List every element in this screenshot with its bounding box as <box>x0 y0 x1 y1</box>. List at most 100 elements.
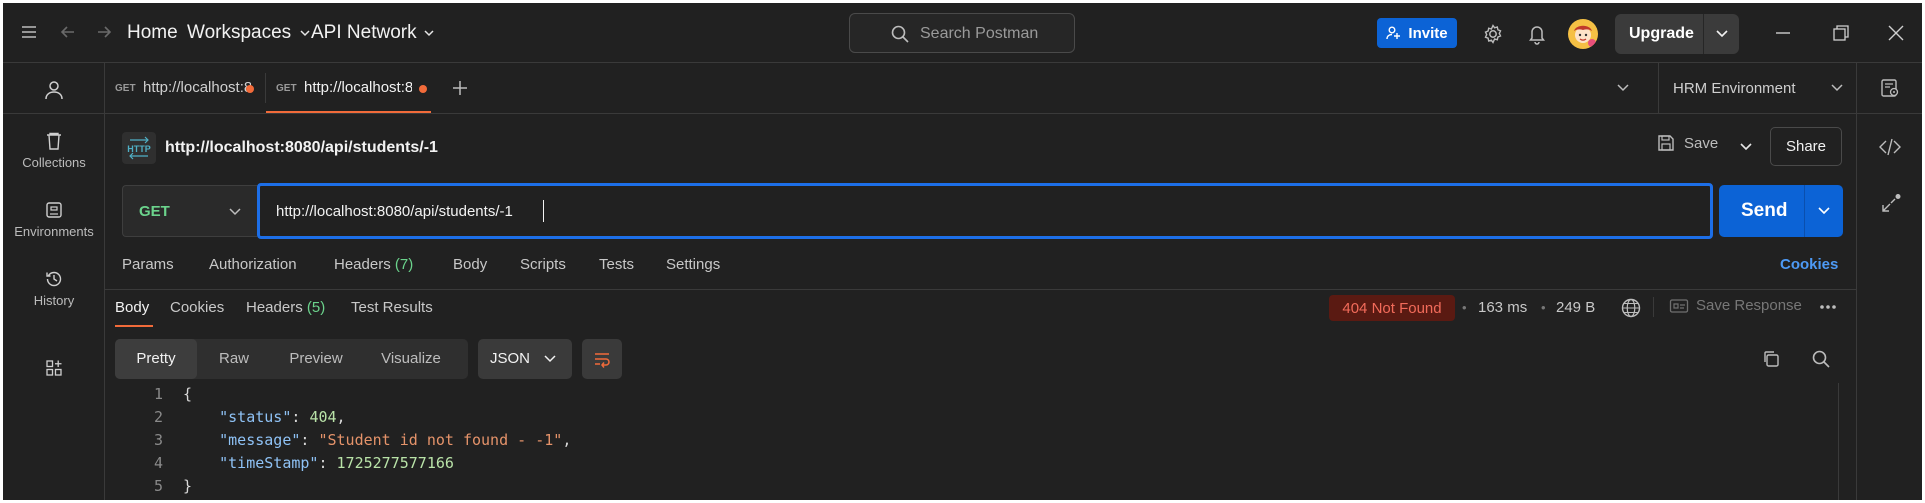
forward-arrow-icon[interactable] <box>94 22 114 42</box>
chevron-down-icon <box>1831 84 1843 92</box>
trash-can-icon <box>47 132 61 150</box>
send-label: Send <box>1741 200 1788 221</box>
format-value: JSON <box>490 350 531 367</box>
search-icon[interactable] <box>1811 349 1831 369</box>
share-button[interactable]: Share <box>1770 127 1842 166</box>
copy-icon[interactable] <box>1761 349 1781 369</box>
tab-tests[interactable]: Tests <box>599 256 634 273</box>
chevron-down-icon <box>300 30 310 37</box>
save-button[interactable]: Save <box>1656 133 1718 153</box>
svg-text:HTTP: HTTP <box>127 144 151 154</box>
home-link[interactable]: Home <box>127 22 178 44</box>
close-icon[interactable] <box>1886 23 1906 43</box>
save-response-button[interactable]: Save Response <box>1669 297 1802 314</box>
code-icon[interactable] <box>1878 137 1902 157</box>
tab-params[interactable]: Params <box>122 256 174 273</box>
divider <box>1653 297 1654 317</box>
view-raw[interactable]: Raw <box>197 339 271 379</box>
save-response-label: Save Response <box>1696 297 1802 314</box>
request-tab[interactable]: GET http://localhost:8080/ap <box>105 63 265 113</box>
bell-icon[interactable] <box>1527 23 1547 45</box>
format-select[interactable]: JSON <box>478 339 572 379</box>
cookies-link[interactable]: Cookies <box>1780 256 1838 273</box>
scrollbar[interactable] <box>1838 383 1839 500</box>
invite-button[interactable]: Invite <box>1377 18 1457 48</box>
line-number: 1 <box>153 385 163 403</box>
sidebar-item-label: Environments <box>14 224 94 239</box>
save-label: Save <box>1684 134 1719 152</box>
plus-icon[interactable] <box>451 79 469 97</box>
minimize-icon[interactable] <box>1773 23 1793 43</box>
wrap-lines-button[interactable] <box>582 339 622 379</box>
line-number: 3 <box>153 431 163 449</box>
headers-count: (5) <box>306 299 326 316</box>
request-title[interactable]: http://localhost:8080/api/students/-1 <box>165 139 438 157</box>
line-number: 2 <box>153 408 163 426</box>
chevron-down-icon <box>229 208 241 216</box>
tab-method: GET <box>276 83 297 94</box>
chevron-down-icon[interactable] <box>1817 205 1831 217</box>
response-time[interactable]: 163 ms <box>1478 299 1527 316</box>
json-number: 1725277577166 <box>336 454 454 472</box>
restore-icon[interactable] <box>1831 23 1851 43</box>
search-box[interactable]: Search Postman <box>849 13 1075 53</box>
environment-quick-look-icon[interactable] <box>1879 77 1901 99</box>
response-tab-cookies[interactable]: Cookies <box>170 299 224 316</box>
workspaces-menu[interactable]: Workspaces <box>187 22 311 44</box>
json-string: "Student id not found - -1" <box>318 431 563 449</box>
json-key: "message" <box>219 431 301 449</box>
response-tab-headers[interactable]: Headers (5) <box>246 299 325 316</box>
send-button[interactable]: Send <box>1719 185 1843 237</box>
response-size[interactable]: 249 B <box>1556 299 1595 316</box>
chevron-down-icon[interactable] <box>1616 82 1630 94</box>
json-key: "status" <box>219 408 292 426</box>
tab-authorization[interactable]: Authorization <box>209 256 297 273</box>
globe-icon[interactable] <box>1620 297 1642 319</box>
share-label: Share <box>1785 138 1827 155</box>
request-tab-active[interactable]: GET http://localhost:8080/ap <box>266 63 431 113</box>
environment-selector[interactable]: HRM Environment <box>1658 63 1856 113</box>
hamburger-menu-icon[interactable] <box>20 23 38 41</box>
api-network-menu[interactable]: API Network <box>311 22 435 44</box>
response-tab-body[interactable]: Body <box>115 299 149 316</box>
sidebar-item-configure[interactable] <box>3 358 105 378</box>
upgrade-label: Upgrade <box>1629 25 1694 42</box>
response-tab-test-results[interactable]: Test Results <box>351 299 433 316</box>
related-collections-icon[interactable] <box>1879 193 1903 215</box>
save-options-chevron-icon[interactable] <box>1739 141 1753 153</box>
status-badge[interactable]: 404 Not Found <box>1329 295 1455 321</box>
tab-scripts[interactable]: Scripts <box>520 256 566 273</box>
avatar[interactable] <box>1568 19 1598 49</box>
back-arrow-icon[interactable] <box>58 22 78 42</box>
tab-settings[interactable]: Settings <box>666 256 720 273</box>
view-visualize[interactable]: Visualize <box>361 339 461 379</box>
url-input[interactable]: http://localhost:8080/api/students/-1 <box>257 183 1713 239</box>
divider <box>105 289 1856 290</box>
code-line: { <box>183 385 192 403</box>
upgrade-button[interactable]: Upgrade <box>1615 14 1739 54</box>
wrap-lines-icon <box>595 353 610 368</box>
sidebar-item-collections[interactable]: Collections <box>3 131 105 170</box>
view-preview[interactable]: Preview <box>271 339 361 379</box>
sidebar-item-account[interactable] <box>3 79 105 101</box>
code-line: "status": 404, <box>219 408 346 426</box>
sidebar-item-environments[interactable]: Environments <box>3 200 105 239</box>
tab-url: http://localhost:8080/ap <box>143 79 251 96</box>
more-options-icon[interactable] <box>1819 302 1837 312</box>
chevron-down-icon[interactable] <box>1715 28 1729 40</box>
view-pretty[interactable]: Pretty <box>115 339 197 379</box>
gear-icon[interactable] <box>1482 23 1504 45</box>
headers-count: (7) <box>394 256 414 273</box>
response-view-selector: Pretty Raw Preview Visualize <box>115 339 468 379</box>
environment-label: HRM Environment <box>1673 80 1796 97</box>
sidebar-item-label: History <box>33 293 75 308</box>
tab-body[interactable]: Body <box>453 256 487 273</box>
tab-headers[interactable]: Headers (7) <box>334 256 413 273</box>
right-sidebar <box>1856 63 1922 500</box>
sidebar-item-history[interactable]: History <box>3 269 105 308</box>
method-select[interactable]: GET <box>122 185 257 237</box>
add-user-icon <box>1386 26 1401 40</box>
close-brace: } <box>183 477 193 495</box>
code-line: "timeStamp": 1725277577166 <box>219 454 454 472</box>
line-number: 4 <box>153 454 163 472</box>
